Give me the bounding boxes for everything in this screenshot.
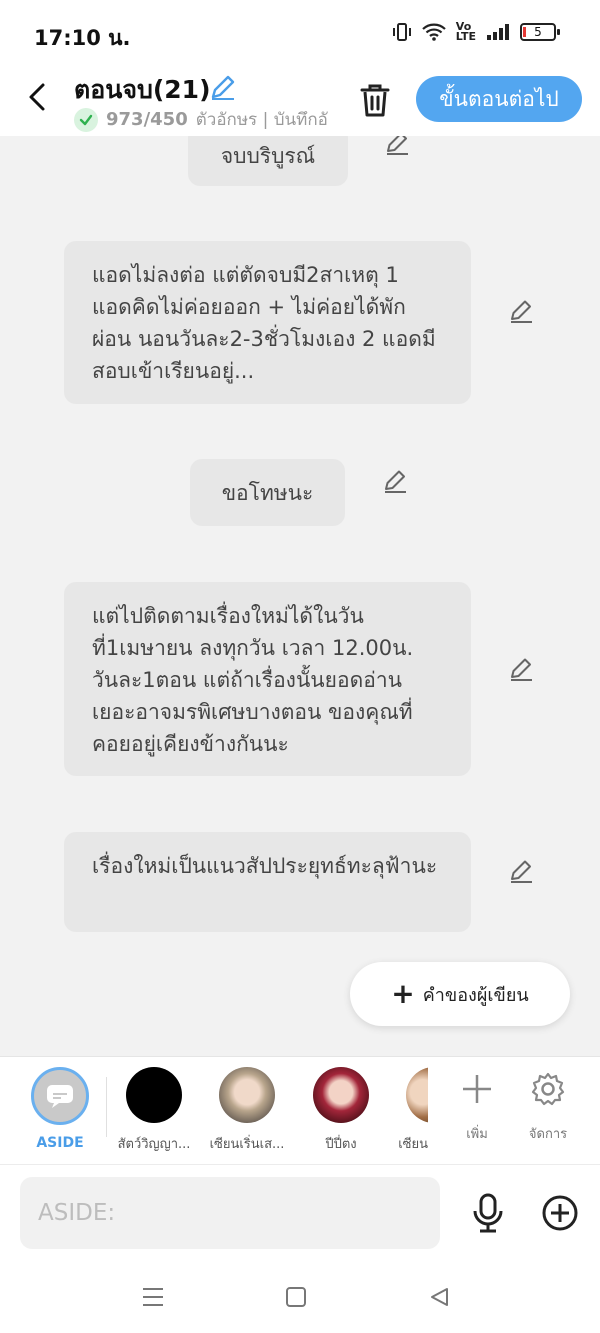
back-button[interactable] (22, 80, 52, 114)
plus-icon: + (391, 977, 415, 1010)
message-text: แอดไม่ลงต่อ แต่ตัดจบมี2สาเหตุ 1 แอดคิดไม… (92, 263, 436, 383)
plus-icon (447, 1071, 507, 1107)
edit-message-button[interactable] (380, 466, 410, 496)
edit-message-button[interactable] (382, 136, 412, 158)
menu-icon (143, 1288, 163, 1306)
character-name: เซียน (398, 1137, 428, 1152)
character-count-unit: ตัวอักษร | บันทึกอั (195, 110, 328, 130)
avatar (406, 1067, 428, 1123)
character-item[interactable]: สัตว์วิญญา... (109, 1067, 199, 1154)
message-bubble[interactable]: แอดไม่ลงต่อ แต่ตัดจบมี2สาเหตุ 1 แอดคิดไม… (64, 241, 471, 404)
edit-message-button[interactable] (506, 296, 536, 326)
manage-characters-button[interactable]: จัดการ (518, 1071, 578, 1144)
avatar (219, 1067, 275, 1123)
message-text: จบบริบูรณ์ (220, 144, 316, 168)
message-bubble[interactable]: ขอโทษนะ (190, 459, 345, 526)
pencil-icon (385, 470, 406, 493)
plus-circle-icon (542, 1195, 578, 1231)
avatar (126, 1067, 182, 1123)
gear-icon (518, 1071, 578, 1107)
editor-header: ตอนจบ(21) 973/450 ตัวอักษร | บันทึกอั ขั… (0, 66, 600, 136)
character-aside[interactable]: ASIDE (15, 1067, 105, 1151)
system-navigation-bar (0, 1260, 600, 1333)
wifi-icon (422, 23, 446, 41)
message-bubble[interactable]: จบบริบูรณ์ (188, 136, 348, 186)
add-label: เพิ่ม (466, 1127, 488, 1142)
edit-message-button[interactable] (506, 654, 536, 684)
message-bubble[interactable]: เรื่องใหม่เป็นแนวสัปประยุทธ์ทะลุฟ้านะ (64, 832, 471, 932)
status-time: 17:10 น. (34, 26, 131, 50)
pencil-icon (511, 658, 532, 681)
divider (106, 1077, 107, 1137)
pencil-icon (511, 860, 532, 883)
character-name: เซียนเริ่นเส... (209, 1137, 285, 1152)
back-triangle-icon (431, 1288, 448, 1306)
narration-icon (47, 1085, 73, 1108)
episode-title[interactable]: ตอนจบ(21) (74, 70, 211, 110)
menu-nav-button[interactable] (138, 1282, 168, 1312)
home-square-icon (286, 1287, 306, 1307)
character-count: 973/450 (106, 109, 188, 130)
message-text: เรื่องใหม่เป็นแนวสัปประยุทธ์ทะลุฟ้านะ (92, 854, 438, 878)
save-status: 973/450 ตัวอักษร | บันทึกอั (74, 106, 332, 133)
add-content-button[interactable] (540, 1193, 580, 1233)
composer (0, 1164, 600, 1260)
microphone-icon (473, 1193, 503, 1233)
add-character-button[interactable]: เพิ่ม (447, 1071, 507, 1144)
message-text: แต่ไปติดตามเรื่องใหม่ได้ในวันที่1เมษายน … (92, 604, 414, 756)
pencil-icon (387, 136, 408, 155)
character-item[interactable]: เซียน (366, 1067, 428, 1154)
avatar (313, 1067, 369, 1123)
character-name: สัตว์วิญญา... (117, 1137, 191, 1152)
status-icons: Vo LTE 5 (392, 20, 560, 43)
chat-area[interactable]: จบบริบูรณ์ แอดไม่ลงต่อ แต่ตัดจบมี2สาเหตุ… (0, 136, 600, 1056)
pencil-icon (511, 300, 532, 323)
edit-message-button[interactable] (506, 856, 536, 886)
next-step-button[interactable]: ขั้นตอนต่อไป (416, 76, 582, 122)
delete-button[interactable] (356, 80, 394, 120)
vibrate-icon (392, 23, 411, 41)
trash-icon (360, 84, 390, 117)
signal-icon (487, 24, 509, 40)
author-note-button[interactable]: + คำของผู้เขียน (350, 962, 570, 1026)
author-note-label: คำของผู้เขียน (422, 984, 529, 1006)
home-nav-button[interactable] (281, 1282, 311, 1312)
check-icon (74, 107, 98, 132)
title-edit-icon[interactable] (208, 72, 238, 106)
character-item[interactable]: เซียนเริ่นเส... (202, 1067, 292, 1154)
message-input[interactable] (20, 1177, 440, 1249)
battery-icon: 5 (520, 23, 560, 41)
character-strip: ASIDE สัตว์วิญญา... เซียนเริ่นเส... ปีปี… (0, 1056, 600, 1164)
message-bubble[interactable]: แต่ไปติดตามเรื่องใหม่ได้ในวันที่1เมษายน … (64, 582, 471, 776)
status-bar: 17:10 น. Vo LTE 5 (0, 0, 600, 66)
character-name: ASIDE (36, 1135, 84, 1151)
back-arrow-icon (29, 83, 45, 111)
aside-avatar (31, 1067, 89, 1125)
message-text: ขอโทษนะ (221, 480, 314, 505)
volte-icon: Vo LTE (455, 20, 476, 43)
microphone-button[interactable] (468, 1191, 508, 1235)
back-nav-button[interactable] (424, 1282, 454, 1312)
manage-label: จัดการ (528, 1127, 568, 1142)
